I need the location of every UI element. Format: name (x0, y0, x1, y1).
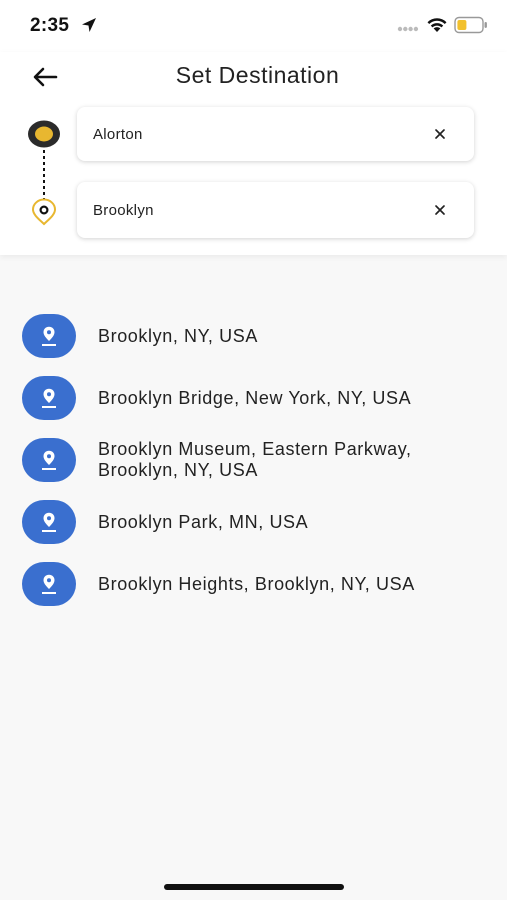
suggestion-item[interactable]: Brooklyn Heights, Brooklyn, NY, USA (0, 558, 507, 620)
destination-input-card (77, 182, 474, 238)
location-pin-icon (22, 314, 76, 358)
origin-input[interactable] (91, 124, 415, 144)
suggestion-label: Brooklyn Museum, Eastern Parkway, Brookl… (98, 439, 412, 480)
wifi-icon (427, 18, 447, 32)
location-arrow-icon (82, 18, 96, 32)
origin-marker-icon (28, 120, 60, 148)
suggestion-label: Brooklyn Bridge, New York, NY, USA (98, 387, 412, 408)
page-title: Set Destination (175, 62, 340, 88)
location-pin-icon (22, 500, 76, 544)
suggestion-label: Brooklyn Park, MN, USA (98, 511, 309, 532)
location-pin-icon (22, 376, 76, 420)
suggestion-label: Brooklyn Heights, Brooklyn, NY, USA (98, 573, 415, 594)
destination-input[interactable] (91, 200, 415, 220)
origin-input-card (77, 107, 474, 161)
status-time: 2:35 (30, 15, 70, 36)
home-indicator (164, 884, 344, 890)
route-panel: Set Destination (0, 52, 507, 255)
suggestion-item[interactable]: Brooklyn, NY, USA (0, 310, 507, 372)
location-pin-icon (22, 562, 76, 606)
clear-destination-button[interactable] (430, 200, 450, 220)
suggestion-list: Brooklyn, NY, USA Brooklyn Bridge, New Y… (0, 310, 507, 620)
location-pin-icon (22, 438, 76, 482)
suggestion-item[interactable]: Brooklyn Bridge, New York, NY, USA (0, 372, 507, 434)
set-destination-screen: 2:35 Set Destination Alorton Brooklyn Br… (0, 0, 507, 900)
suggestion-item[interactable]: Brooklyn Park, MN, USA (0, 496, 507, 558)
battery-icon (454, 16, 487, 34)
status-bar: 2:35 (0, 0, 507, 52)
cellular-signal-icon (397, 26, 419, 32)
suggestion-item[interactable]: Brooklyn Museum, Eastern Parkway, Brookl… (0, 434, 507, 496)
suggestion-label: Brooklyn, NY, USA (98, 325, 258, 346)
close-icon (435, 129, 445, 139)
close-icon (435, 205, 445, 215)
route-dotted-line (43, 150, 45, 200)
clear-origin-button[interactable] (430, 124, 450, 144)
destination-pin-icon (31, 198, 57, 226)
